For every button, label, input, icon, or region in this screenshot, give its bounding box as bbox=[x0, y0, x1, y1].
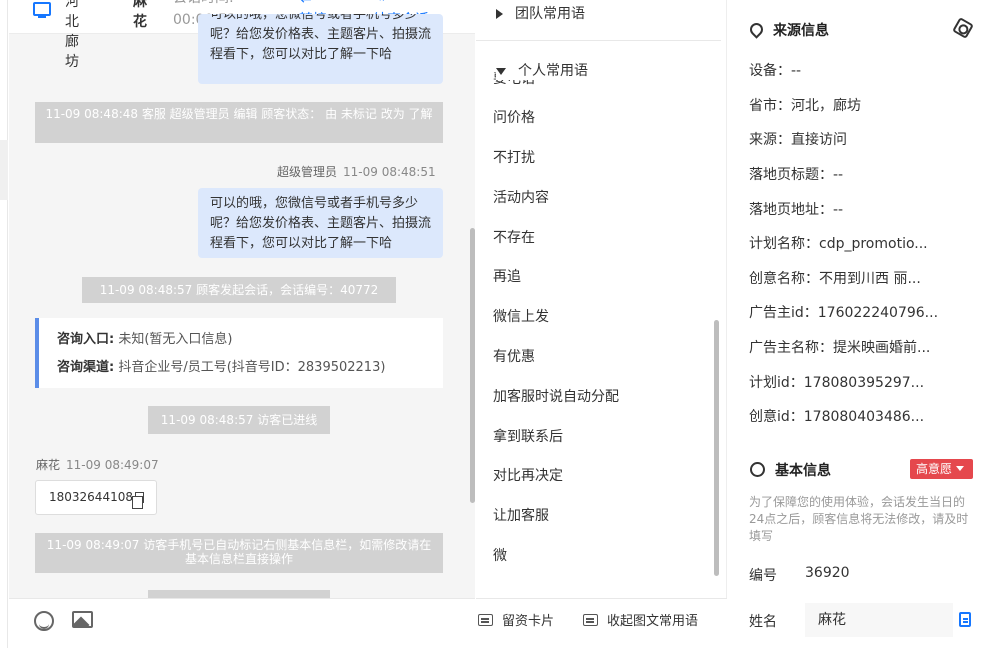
agent-message-bubble: 可以的哦，您微信号或者手机号多少呢？给您发价格表、主题客片、拍摄流程看下，您可以… bbox=[198, 188, 443, 258]
agent-message-bubble: 可以的哦，您微信号或者手机号多少呢？给您发价格表、主题客片、拍摄流程看下，您可以… bbox=[198, 14, 443, 84]
id-label: 编号 bbox=[749, 568, 777, 584]
copy-icon[interactable] bbox=[132, 492, 144, 509]
duration-label: 会话时间: bbox=[173, 0, 234, 8]
user-icon bbox=[750, 462, 765, 477]
phrase-item[interactable]: 不打扰 bbox=[493, 148, 535, 168]
entry-row: 咨询入口: 未知(暂无入口信息) bbox=[57, 326, 443, 354]
phrase-item[interactable]: 微 bbox=[493, 546, 507, 566]
sender-name: 麻花 bbox=[36, 458, 61, 472]
lead-card-button[interactable]: 留资卡片 bbox=[478, 613, 554, 631]
section-title-text: 基本信息 bbox=[775, 463, 831, 479]
phrase-group-label: 个人常用语 bbox=[518, 63, 588, 79]
chat-scrollbar[interactable] bbox=[470, 228, 475, 503]
left-nav-strip bbox=[0, 0, 8, 648]
phrase-item[interactable]: 对比再决定 bbox=[493, 466, 563, 486]
visitor-phone: 18032644108 bbox=[49, 490, 133, 504]
phrases-scrollbar[interactable] bbox=[714, 320, 719, 576]
message-time: 11-09 08:49:07 bbox=[66, 458, 159, 472]
sender-name: 超级管理员 bbox=[277, 165, 338, 179]
phrase-group-label: 团队常用语 bbox=[515, 6, 585, 22]
channel-row: 咨询渠道: 抖音企业号/员工号(抖音号ID：2839502213) bbox=[57, 354, 443, 382]
phrase-item[interactable]: 微信上发 bbox=[493, 307, 549, 327]
source-device: 设备：-- bbox=[749, 63, 802, 79]
phrase-item[interactable]: 有优惠 bbox=[493, 347, 535, 367]
name-label: 姓名 bbox=[749, 614, 777, 630]
visitor-name: 麻花 bbox=[133, 0, 147, 30]
quick-phrases-panel: 团队常用语 个人常用语 要电话 问价格 不打扰 活动内容 不存在 再追 微信上发… bbox=[476, 0, 727, 648]
edit-notice: 为了保障您的使用体验，会话发生当日的24点之后，顾客信息将无法修改，请及时填写 bbox=[749, 495, 969, 543]
monitor-icon bbox=[33, 2, 51, 18]
visitor-location: 河北廊坊 bbox=[65, 0, 79, 70]
phrase-item[interactable]: 拿到联系后 bbox=[493, 427, 563, 447]
channel-value: 抖音企业号/员工号(抖音号ID：2839502213) bbox=[118, 360, 386, 375]
phrase-item[interactable]: 再追 bbox=[493, 267, 521, 287]
source-origin: 来源：直接访问 bbox=[749, 132, 847, 148]
intent-level-dropdown[interactable]: 高意愿 bbox=[910, 459, 973, 479]
system-message: 11-09 08:49:07 访客手机号已自动标记右侧基本信息栏，如需修改请在基… bbox=[35, 533, 443, 573]
chat-toolbar bbox=[9, 598, 475, 648]
advertiser-id: 广告主id：176022240796... bbox=[749, 305, 939, 321]
source-region: 省市：河北，廊坊 bbox=[749, 98, 861, 114]
message-sender: 超级管理员 11-09 08:48:51 bbox=[277, 163, 436, 180]
landing-page-url: 落地页地址：-- bbox=[749, 202, 844, 218]
system-message: 11-09 08:48:48 客服 超级管理员 编辑 顾客状态： 由 未标记 改… bbox=[35, 102, 443, 143]
settings-icon[interactable] bbox=[952, 17, 974, 39]
creative-id: 创意id：178080403486... bbox=[749, 409, 925, 425]
system-message: 11-09 08:48:57 顾客发起会话，会话编号：40772 bbox=[82, 277, 396, 303]
phrase-item[interactable]: 加客服时说自动分配 bbox=[493, 387, 619, 407]
entry-value: 未知(暂无入口信息) bbox=[118, 332, 233, 347]
system-message: 11-09 08:48:57 访客已进线 bbox=[148, 406, 330, 434]
message-sender: 麻花 11-09 08:49:07 bbox=[36, 456, 159, 473]
caret-down-icon bbox=[956, 466, 965, 471]
section-title-text: 来源信息 bbox=[773, 23, 829, 39]
landing-page-title: 落地页标题：-- bbox=[749, 167, 844, 183]
plan-id: 计划id：178080395297... bbox=[749, 375, 925, 391]
emoji-icon[interactable] bbox=[34, 611, 54, 631]
phrase-group-team[interactable]: 团队常用语 bbox=[496, 3, 585, 23]
button-label: 留资卡片 bbox=[502, 614, 555, 629]
caret-right-icon bbox=[496, 9, 503, 19]
divider bbox=[476, 40, 721, 41]
phrase-item[interactable]: 不存在 bbox=[493, 228, 535, 248]
plan-name: 计划名称：cdp_promotio... bbox=[749, 236, 928, 252]
intent-level-label: 高意愿 bbox=[916, 462, 953, 476]
button-label: 收起图文常用语 bbox=[607, 614, 699, 629]
phrase-item[interactable]: 让加客服 bbox=[493, 506, 549, 526]
nav-highlight bbox=[0, 140, 8, 200]
message-time: 11-09 08:48:51 bbox=[343, 165, 436, 179]
transfer-icon[interactable]: ⇄ bbox=[300, 0, 312, 8]
visitor-message-bubble: 18032644108 bbox=[35, 480, 157, 515]
source-info-title: 来源信息 bbox=[747, 20, 829, 40]
basic-info-title: 基本信息 bbox=[750, 460, 831, 480]
message-icon bbox=[478, 614, 493, 626]
customer-info-panel: 来源信息 设备：-- 省市：河北，廊坊 来源：直接访问 落地页标题：-- 落地页… bbox=[728, 0, 986, 648]
end-session-icon[interactable]: ⇥ bbox=[373, 0, 385, 8]
image-icon[interactable] bbox=[72, 611, 93, 628]
chat-panel: 河北廊坊 麻花 会话时间: 00:00:53 ⇄ 转接 ⇥ 结束会话 可以的哦，… bbox=[9, 0, 475, 648]
location-pin-icon bbox=[747, 20, 766, 39]
advertiser-name: 广告主名称：提米映画婚前... bbox=[749, 340, 931, 356]
phrase-item[interactable]: 活动内容 bbox=[493, 188, 549, 208]
collapse-phrases-button[interactable]: 收起图文常用语 bbox=[583, 613, 698, 631]
phrase-group-personal[interactable]: 个人常用语 bbox=[496, 60, 588, 80]
message-text: 可以的哦，您微信号或者手机号多少呢？给您发价格表、主题客片、拍摄流程看下，您可以… bbox=[210, 14, 432, 62]
entry-label: 咨询入口: bbox=[57, 332, 115, 347]
creative-name: 创意名称：不用到川西 丽... bbox=[749, 271, 921, 287]
message-icon bbox=[583, 614, 598, 626]
channel-label: 咨询渠道: bbox=[57, 360, 115, 375]
caret-down-icon bbox=[496, 67, 506, 75]
consult-info-card: 咨询入口: 未知(暂无入口信息) 咨询渠道: 抖音企业号/员工号(抖音号ID：2… bbox=[35, 318, 443, 388]
app-root: 河北廊坊 麻花 会话时间: 00:00:53 ⇄ 转接 ⇥ 结束会话 可以的哦，… bbox=[0, 0, 986, 648]
phrase-item[interactable]: 问价格 bbox=[493, 108, 535, 128]
name-field[interactable]: 麻花 bbox=[805, 603, 953, 637]
customer-id: 36920 bbox=[805, 565, 850, 581]
copy-document-icon[interactable] bbox=[959, 612, 971, 627]
phrases-toolbar: 留资卡片 收起图文常用语 bbox=[476, 598, 727, 648]
